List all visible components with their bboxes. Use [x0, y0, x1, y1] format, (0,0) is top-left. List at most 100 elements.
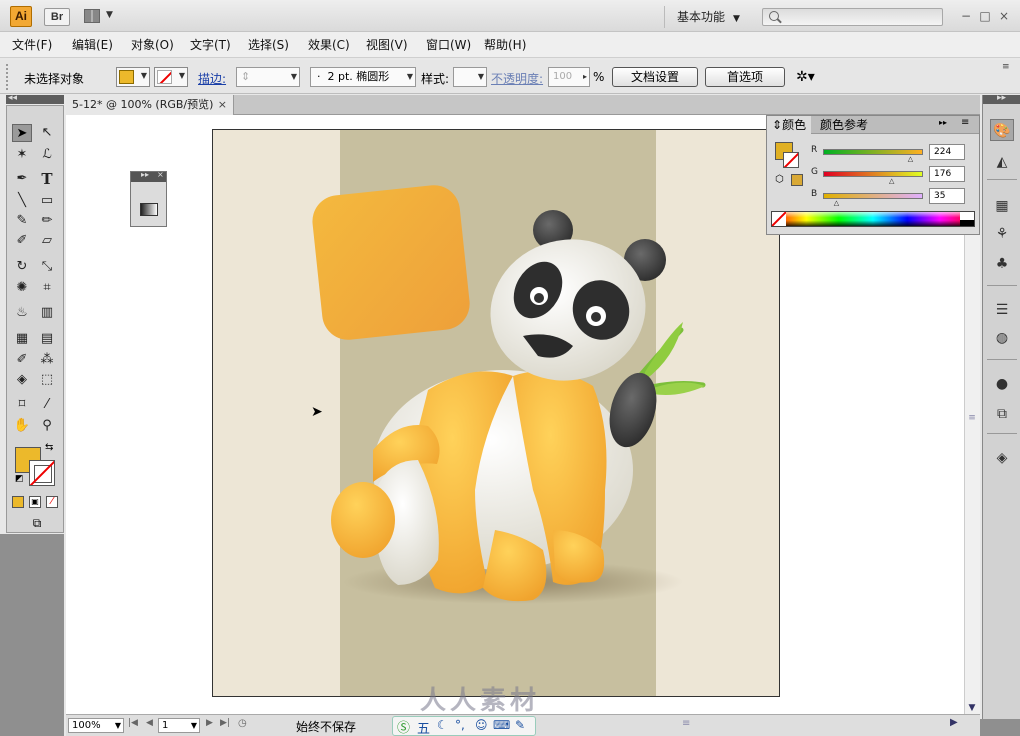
menu-type[interactable]: 文字(T)	[190, 36, 231, 53]
slider-thumb[interactable]: △	[834, 199, 839, 207]
stroke-weight-field[interactable]: ⇕ ▼	[236, 67, 300, 87]
color-panel-icon[interactable]: 🎨	[990, 119, 1014, 141]
artboard[interactable]: ➤	[212, 129, 780, 697]
blob-brush-tool-icon[interactable]: ✐	[12, 232, 32, 250]
menu-object[interactable]: 对象(O)	[131, 36, 174, 53]
menu-help[interactable]: 帮助(H)	[484, 36, 526, 53]
ime-mode[interactable]: 五	[417, 718, 430, 736]
slider-green[interactable]: G △ 176	[811, 166, 969, 185]
close-icon[interactable]: ×	[218, 95, 227, 115]
white-box[interactable]	[960, 212, 974, 220]
color-guide-icon[interactable]: ◭	[990, 151, 1014, 173]
brush-definition-dropdown[interactable]: · 2 pt. 椭圆形 ▼	[310, 67, 416, 87]
panel-menu-icon[interactable]: ≡	[961, 117, 969, 128]
preferences-button[interactable]: 首选项	[705, 67, 785, 87]
scroll-thumb[interactable]: ≡	[965, 413, 979, 425]
panel-menu-icon[interactable]: ≡	[1002, 62, 1010, 72]
slider-value[interactable]: 224	[929, 144, 965, 160]
screen-mode-icon[interactable]: ⧉	[25, 516, 49, 530]
zoom-tool-icon[interactable]: ⚲	[37, 417, 57, 435]
blend-tool-icon[interactable]: ⁂	[37, 351, 57, 369]
color-spectrum[interactable]	[771, 211, 975, 227]
mini-panel-header[interactable]: ▸▸ ×	[131, 170, 166, 182]
column-graph-tool-icon[interactable]: ▥	[37, 304, 57, 322]
close-button[interactable]: ×	[996, 8, 1012, 24]
out-of-gamut-icon[interactable]: ⬡	[775, 174, 784, 185]
pencil-tool-icon[interactable]: ✏	[37, 212, 57, 230]
first-page-icon[interactable]: |◀	[128, 718, 138, 728]
maximize-button[interactable]: □	[977, 8, 993, 24]
menu-window[interactable]: 窗口(W)	[426, 36, 471, 53]
expand-icon[interactable]: ▸▸	[939, 118, 947, 127]
menu-effect[interactable]: 效果(C)	[308, 36, 350, 53]
gradient-mode-icon[interactable]: ▣	[29, 496, 41, 508]
ime-moon-icon[interactable]: ☾	[437, 718, 448, 732]
opacity-panel-link[interactable]: 不透明度:	[491, 70, 543, 87]
default-colors-icon[interactable]: ◩	[15, 474, 24, 484]
ime-settings-icon[interactable]: ✎	[515, 718, 525, 732]
ime-keyboard-icon[interactable]: ⌨	[493, 718, 510, 732]
stroke-icon[interactable]: ☰	[990, 299, 1014, 321]
symbol-sprayer-tool-icon[interactable]: ♨	[12, 304, 32, 322]
minimize-button[interactable]: −	[958, 8, 974, 24]
stroke-panel-link[interactable]: 描边:	[198, 70, 226, 87]
slider-red[interactable]: R △ 224	[811, 144, 969, 163]
eyedropper-tool-icon[interactable]: ✐	[12, 351, 32, 369]
swap-colors-icon[interactable]: ⇆	[45, 442, 53, 453]
swatches-icon[interactable]: ▦	[990, 195, 1014, 217]
slider-blue[interactable]: B △ 35	[811, 188, 969, 207]
close-icon[interactable]: ×	[157, 170, 164, 179]
slice-tool-icon[interactable]: ⁄	[37, 396, 57, 414]
type-tool-icon[interactable]: T	[37, 170, 57, 188]
zoom-dropdown[interactable]: 100% ▼	[68, 718, 124, 733]
black-box[interactable]	[960, 220, 974, 226]
last-page-icon[interactable]: ▶|	[220, 718, 230, 728]
graphic-styles-icon[interactable]: ⧉	[990, 403, 1014, 425]
none-color-box[interactable]	[772, 212, 786, 226]
arrange-documents-button[interactable]: ▼	[84, 8, 118, 26]
appearance-icon[interactable]: ●	[990, 373, 1014, 395]
mesh-tool-icon[interactable]: ▦	[12, 330, 32, 348]
scroll-right-icon[interactable]: ▶	[950, 717, 958, 728]
layers-icon[interactable]: ◈	[990, 447, 1014, 469]
stroke-color-dropdown[interactable]: ▼	[154, 67, 188, 87]
search-input[interactable]	[762, 8, 943, 26]
previous-page-icon[interactable]: ◀	[146, 718, 153, 728]
none-mode-icon[interactable]: ⁄	[46, 496, 58, 508]
toolbar-header[interactable]: ◂◂	[6, 93, 64, 104]
slider-value[interactable]: 35	[929, 188, 965, 204]
isolate-selection-icon[interactable]: ✲▾	[796, 68, 826, 86]
tab-color-guide[interactable]: 颜色参考	[815, 116, 873, 134]
pen-tool-icon[interactable]: ✒	[12, 170, 32, 188]
brushes-icon[interactable]: ⚘	[990, 223, 1014, 245]
color-mode-icon[interactable]	[12, 496, 24, 508]
menu-edit[interactable]: 编辑(E)	[72, 36, 113, 53]
line-segment-tool-icon[interactable]: ╲	[12, 192, 32, 210]
horizontal-scroll-thumb[interactable]: ≡	[682, 718, 696, 732]
slider-value[interactable]: 176	[929, 166, 965, 182]
warp-tool-icon[interactable]: ✺	[12, 279, 32, 297]
menu-view[interactable]: 视图(V)	[366, 36, 408, 53]
document-tab[interactable]: 5-12* @ 100% (RGB/预览) ×	[66, 95, 234, 115]
selection-tool-icon[interactable]: ➤	[12, 124, 32, 142]
menu-file[interactable]: 文件(F)	[12, 36, 52, 53]
fill-color-dropdown[interactable]: ▼	[116, 67, 150, 87]
menu-select[interactable]: 选择(S)	[248, 36, 289, 53]
lasso-tool-icon[interactable]: ℒ	[37, 146, 57, 164]
paintbrush-tool-icon[interactable]: ✎	[12, 212, 32, 230]
live-paint-bucket-tool-icon[interactable]: ◈	[12, 371, 32, 389]
dock-header[interactable]: ▸▸	[983, 93, 1020, 104]
control-bar-grip[interactable]	[6, 64, 10, 90]
live-paint-selection-tool-icon[interactable]: ⬚	[37, 371, 57, 389]
artboard-tool-icon[interactable]: ⌑	[12, 396, 32, 414]
transparency-icon[interactable]: ◍	[990, 327, 1014, 349]
style-dropdown[interactable]: ▼	[453, 67, 487, 87]
free-transform-tool-icon[interactable]: ⌗	[37, 279, 57, 297]
stroke-swatch[interactable]	[783, 152, 799, 168]
direct-selection-tool-icon[interactable]: ↖	[37, 124, 57, 142]
bridge-button[interactable]: Br	[44, 8, 70, 26]
workspace-switcher[interactable]: 基本功能 ▼	[664, 6, 740, 28]
slider-thumb[interactable]: △	[908, 155, 913, 163]
web-safe-swatch[interactable]	[791, 174, 803, 186]
status-cycle-icon[interactable]: ◷	[238, 718, 247, 729]
